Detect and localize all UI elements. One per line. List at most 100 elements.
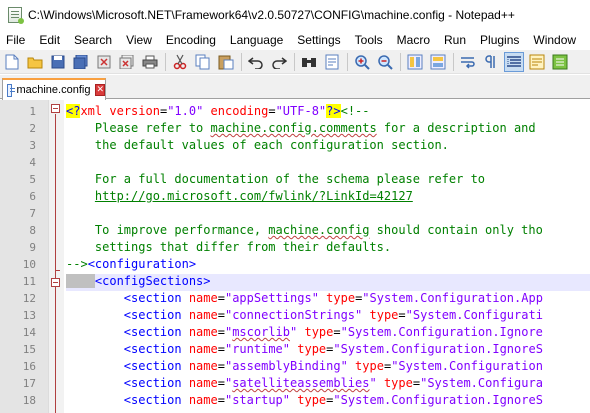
- editor[interactable]: 1 <?xml version="1.0" encoding="UTF-8"?>…: [0, 100, 590, 413]
- code-token: <section: [123, 376, 182, 390]
- code-line: 13 <section name="connectionStrings" typ…: [0, 307, 590, 324]
- line-number: 3: [29, 139, 36, 152]
- menu-plugins[interactable]: Plugins: [473, 33, 526, 47]
- code-text: <section name="mscorlib" type="System.Co…: [66, 324, 543, 341]
- paste-icon[interactable]: [216, 52, 236, 72]
- code-token: <section: [123, 359, 182, 373]
- save-icon[interactable]: [48, 52, 68, 72]
- code-token: machine.config: [268, 223, 370, 237]
- menu-bar: File Edit Search View Encoding Language …: [0, 30, 590, 50]
- code-token: type: [297, 342, 327, 356]
- code-token: =: [217, 325, 225, 339]
- menu-window[interactable]: Window: [526, 33, 583, 47]
- line-number: 12: [22, 292, 36, 305]
- code-text: <section name="connectionStrings" type="…: [66, 307, 543, 324]
- code-line: 10 --><configuration>: [0, 256, 590, 273]
- menu-view[interactable]: View: [119, 33, 159, 47]
- code-line: 8 To improve performance, machine.config…: [0, 222, 590, 239]
- code-token: ": [355, 308, 363, 322]
- code-token: runtime: [232, 342, 283, 356]
- close-all-icon[interactable]: [117, 52, 137, 72]
- code-token: <configuration>: [87, 257, 197, 271]
- toolbar-separator: [453, 52, 454, 71]
- line-number: 8: [29, 224, 36, 237]
- toolbar-separator: [400, 52, 401, 71]
- code-token: To improve performance,: [66, 223, 269, 237]
- code-text: Please refer to machine.config.comments …: [66, 120, 536, 137]
- line-number: 6: [29, 190, 36, 203]
- function-list-icon[interactable]: [550, 52, 570, 72]
- tab-machine-config[interactable]: machine.config ✕: [2, 78, 106, 100]
- code-text: <section name="appSettings" type="System…: [66, 290, 543, 307]
- redo-icon[interactable]: [269, 52, 289, 72]
- menu-encoding[interactable]: Encoding: [159, 33, 223, 47]
- open-file-icon[interactable]: [25, 52, 45, 72]
- undo-icon[interactable]: [246, 52, 266, 72]
- save-all-icon[interactable]: [71, 52, 91, 72]
- show-all-chars-icon[interactable]: [481, 52, 501, 72]
- menu-settings[interactable]: Settings: [290, 33, 347, 47]
- code-token: should contain only tho: [369, 223, 543, 237]
- zoom-out-icon[interactable]: [375, 52, 395, 72]
- menu-tools[interactable]: Tools: [348, 33, 390, 47]
- code-token: "1.0": [167, 104, 204, 118]
- code-token: for a description and: [376, 121, 536, 135]
- code-token: =: [412, 376, 421, 390]
- code-token: <section: [123, 291, 182, 305]
- menu-macro[interactable]: Macro: [390, 33, 437, 47]
- menu-help[interactable]: ?: [583, 33, 590, 47]
- indent-guide-icon[interactable]: [504, 51, 524, 72]
- code-link[interactable]: http://go.microsoft.com/fwlink/?LinkId=4…: [95, 189, 413, 203]
- menu-edit[interactable]: Edit: [32, 33, 67, 47]
- toolbar-separator: [347, 52, 348, 71]
- code-line: 3 the default values of each configurati…: [0, 137, 590, 154]
- sync-horizontal-icon[interactable]: [428, 52, 448, 72]
- cut-icon[interactable]: [170, 52, 190, 72]
- code-token: name: [188, 359, 218, 373]
- menu-language[interactable]: Language: [223, 33, 290, 47]
- menu-file[interactable]: File: [0, 33, 32, 47]
- code-text: To improve performance, machine.config s…: [66, 222, 543, 239]
- code-token: name: [188, 308, 218, 322]
- menu-run[interactable]: Run: [437, 33, 473, 47]
- code-token: name: [188, 376, 218, 390]
- word-wrap-icon[interactable]: [458, 52, 478, 72]
- close-icon[interactable]: [94, 52, 114, 72]
- code-token: ": [405, 308, 413, 322]
- code-token: System.Configuration.IgnoreS: [340, 393, 543, 407]
- code-token: =: [217, 376, 225, 390]
- zoom-in-icon[interactable]: [352, 52, 372, 72]
- window-title: C:\Windows\Microsoft.NET\Framework64\v2.…: [28, 8, 515, 22]
- code-token: type: [369, 308, 399, 322]
- code-token: ": [340, 325, 348, 339]
- code-text: the default values of each configuration…: [66, 138, 449, 152]
- line-number: 4: [29, 156, 36, 169]
- code-token: <!--: [340, 104, 370, 118]
- code-line: 18 <section name="startup" type="System.…: [0, 392, 590, 409]
- code-token: <section: [123, 308, 182, 322]
- code-text: <?xml version="1.0" encoding="UTF-8"?><!…: [66, 103, 370, 120]
- toolbar-separator: [165, 52, 166, 71]
- print-icon[interactable]: [140, 52, 160, 72]
- code-token: =: [268, 104, 276, 118]
- code-token: name: [188, 342, 218, 356]
- replace-icon[interactable]: [322, 52, 342, 72]
- new-file-icon[interactable]: [2, 52, 22, 72]
- code-token: ": [340, 359, 348, 373]
- code-token: ": [282, 393, 291, 407]
- line-number: 18: [22, 394, 36, 407]
- code-text: --><configuration>: [66, 256, 196, 273]
- copy-icon[interactable]: [193, 52, 213, 72]
- line-number: 9: [29, 241, 36, 254]
- code-token: type: [297, 393, 327, 407]
- doc-map-icon[interactable]: [527, 52, 547, 72]
- code-line: 4: [0, 154, 590, 171]
- sync-vertical-icon[interactable]: [405, 52, 425, 72]
- code-line: 9 settings that differ from their defaul…: [0, 239, 590, 256]
- find-icon[interactable]: [299, 52, 319, 72]
- file-icon: [7, 83, 16, 97]
- tab-close-icon[interactable]: ✕: [95, 84, 105, 96]
- menu-search[interactable]: Search: [67, 33, 119, 47]
- code-line: 7: [0, 205, 590, 222]
